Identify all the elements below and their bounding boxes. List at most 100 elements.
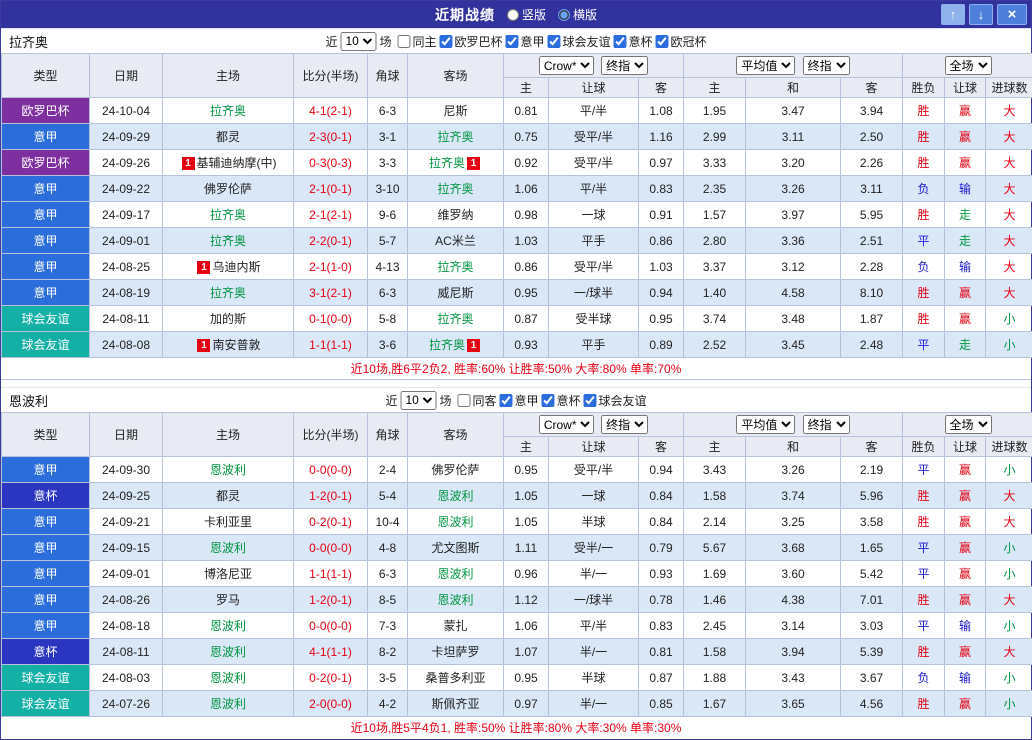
asian-away-odds: 0.95 [639, 306, 684, 332]
team-name-text: 恩波利 [437, 593, 473, 607]
competition-filter-checkbox[interactable] [542, 394, 555, 407]
col-cover: 让球 [945, 437, 986, 457]
result-handicap: 输 [945, 254, 986, 280]
col-score: 比分(半场) [294, 54, 368, 98]
layout-vertical-option[interactable]: 竖版 [507, 6, 546, 23]
result-wdl: 胜 [903, 587, 945, 613]
competition-filter-checkbox[interactable] [506, 35, 519, 48]
layout-horizontal-label: 横版 [573, 6, 597, 23]
home-team: 加的斯 [163, 306, 294, 332]
asian-away-odds: 0.87 [639, 665, 684, 691]
asian-handicap: 平/半 [549, 613, 639, 639]
competition-filter-checkbox[interactable] [656, 35, 669, 48]
competition-badge: 意甲 [2, 202, 90, 228]
fullmatch-select[interactable]: 全场 [945, 415, 992, 434]
asian-home-odds: 0.96 [504, 561, 549, 587]
corner-score: 10-4 [368, 509, 408, 535]
euro-home-odds: 1.95 [684, 98, 746, 124]
competition-badge: 意甲 [2, 561, 90, 587]
competition-badge: 球会友谊 [2, 332, 90, 358]
euro-final-select[interactable]: 终指 [803, 415, 850, 434]
competition-filter[interactable]: 同主 [397, 33, 436, 50]
section-gap [1, 380, 1031, 387]
arrow-up-icon: ↑ [950, 7, 957, 22]
competition-filter-checkbox[interactable] [584, 394, 597, 407]
competition-filter[interactable]: 球会友谊 [584, 392, 647, 409]
layout-horizontal-option[interactable]: 横版 [558, 6, 597, 23]
team-name-text: 桑普多利亚 [425, 671, 485, 685]
odds-company-select[interactable]: Crow* [539, 415, 594, 434]
away-team: 恩波利 [408, 587, 504, 613]
euro-odds-header: 平均值 终指 [684, 413, 903, 437]
competition-filter[interactable]: 欧冠杯 [656, 33, 707, 50]
competition-filter[interactable]: 球会友谊 [548, 33, 611, 50]
col-euro-draw: 和 [746, 78, 841, 98]
competition-filter-checkbox[interactable] [548, 35, 561, 48]
team-name-text: 斯佩齐亚 [431, 697, 479, 711]
result-wdl: 负 [903, 176, 945, 202]
match-date: 24-09-30 [90, 457, 163, 483]
home-team: 恩波利 [163, 639, 294, 665]
asian-final-select[interactable]: 终指 [601, 415, 648, 434]
layout-horizontal-radio[interactable] [558, 9, 570, 21]
home-team: 1南安普敦 [163, 332, 294, 358]
competition-filter[interactable]: 意杯 [542, 392, 581, 409]
away-team: 拉齐奥 [408, 254, 504, 280]
euro-average-select[interactable]: 平均值 [736, 415, 795, 434]
result-goals: 小 [986, 457, 1032, 483]
competition-filter-checkbox[interactable] [500, 394, 513, 407]
recent-count-select[interactable]: 10 [400, 391, 436, 410]
euro-draw-odds: 4.58 [746, 280, 841, 306]
away-team: 维罗纳 [408, 202, 504, 228]
home-team: 都灵 [163, 124, 294, 150]
match-date: 24-08-26 [90, 587, 163, 613]
fullmatch-select[interactable]: 全场 [945, 56, 992, 75]
asian-away-odds: 1.08 [639, 98, 684, 124]
asian-away-odds: 0.93 [639, 561, 684, 587]
recent-count-select[interactable]: 10 [340, 32, 376, 51]
asian-away-odds: 1.16 [639, 124, 684, 150]
match-row: 意甲24-09-30恩波利0-0(0-0)2-4佛罗伦萨0.95受平/半0.94… [2, 457, 1032, 483]
away-team: 蒙扎 [408, 613, 504, 639]
away-team: 佛罗伦萨 [408, 457, 504, 483]
away-team: 拉齐奥 [408, 176, 504, 202]
competition-badge: 意甲 [2, 280, 90, 306]
corner-score: 3-1 [368, 124, 408, 150]
competition-filter-checkbox[interactable] [439, 35, 452, 48]
competition-filter[interactable]: 意杯 [614, 33, 653, 50]
competition-filter[interactable]: 意甲 [500, 392, 539, 409]
euro-draw-odds: 3.60 [746, 561, 841, 587]
euro-draw-odds: 3.43 [746, 665, 841, 691]
competition-filter[interactable]: 欧罗巴杯 [439, 33, 502, 50]
euro-average-select[interactable]: 平均值 [736, 56, 795, 75]
asian-handicap: 半球 [549, 665, 639, 691]
result-handicap: 输 [945, 613, 986, 639]
competition-filter[interactable]: 同客 [457, 392, 496, 409]
team-name-text: 都灵 [216, 130, 240, 144]
col-type: 类型 [2, 54, 90, 98]
team-name-text: 都灵 [216, 489, 240, 503]
asian-final-select[interactable]: 终指 [601, 56, 648, 75]
euro-home-odds: 1.58 [684, 483, 746, 509]
result-handicap: 赢 [945, 280, 986, 306]
move-down-button[interactable]: ↓ [969, 4, 993, 25]
asian-handicap: 半/一 [549, 561, 639, 587]
competition-filter-checkbox[interactable] [457, 394, 470, 407]
team-name-text: 南安普敦 [212, 338, 260, 352]
odds-company-select[interactable]: Crow* [539, 56, 594, 75]
competition-filter-checkbox[interactable] [397, 35, 410, 48]
col-euro-home: 主 [684, 78, 746, 98]
team-name: 拉齐奥 [1, 32, 48, 51]
competition-filter-checkbox[interactable] [614, 35, 627, 48]
result-wdl: 胜 [903, 483, 945, 509]
red-card-badge: 1 [467, 339, 480, 352]
col-euro-away: 客 [841, 437, 903, 457]
away-team: 桑普多利亚 [408, 665, 504, 691]
competition-filter[interactable]: 意甲 [506, 33, 545, 50]
euro-final-select[interactable]: 终指 [803, 56, 850, 75]
result-goals: 大 [986, 254, 1032, 280]
layout-vertical-radio[interactable] [507, 9, 519, 21]
move-up-button[interactable]: ↑ [941, 4, 965, 25]
close-button[interactable]: × [997, 4, 1027, 25]
euro-away-odds: 3.58 [841, 509, 903, 535]
